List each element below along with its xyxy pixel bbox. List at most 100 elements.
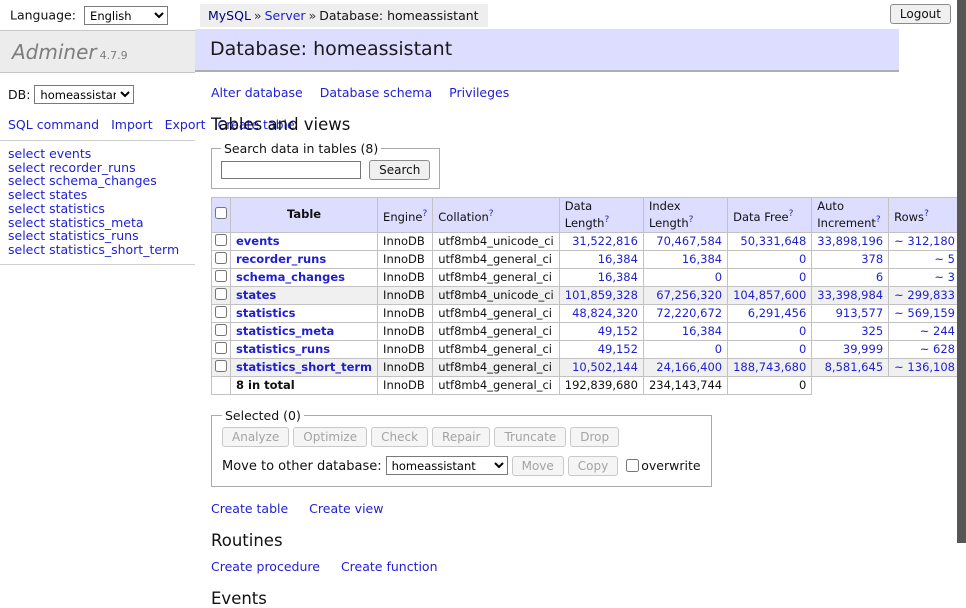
overwrite-checkbox[interactable]	[626, 459, 639, 472]
optimize-button[interactable]: Optimize	[293, 427, 367, 447]
rows-cell: ~ 244	[889, 322, 961, 340]
sidebar-link-select-statistics-short-term[interactable]: select statistics_short_term	[8, 242, 179, 257]
auto-increment-cell-link[interactable]: 8,581,645	[825, 360, 884, 374]
data-length-cell-link[interactable]: 31,522,816	[572, 234, 638, 248]
help-link[interactable]: ?	[876, 215, 881, 225]
breadcrumb-server-link[interactable]: Server	[265, 8, 306, 23]
app-title[interactable]: Adminer	[12, 40, 97, 64]
data-free-cell-link[interactable]: 0	[799, 270, 806, 284]
row-checkbox-statistics-short-term[interactable]	[215, 360, 227, 372]
help-link[interactable]: ?	[489, 209, 494, 219]
sidebar-action-sql-command[interactable]: SQL command	[8, 117, 99, 132]
help-link[interactable]: ?	[789, 209, 794, 219]
auto-increment-cell-link[interactable]: 33,398,984	[817, 288, 883, 302]
data-free-cell-link[interactable]: 6,291,456	[748, 306, 807, 320]
rows-cell-link[interactable]: ~ 569,159	[894, 306, 955, 320]
help-link[interactable]: ?	[422, 209, 427, 219]
index-length-cell-link[interactable]: 24,166,400	[656, 360, 722, 374]
link-create-function[interactable]: Create function	[341, 559, 438, 574]
index-length-cell-link[interactable]: 0	[715, 270, 722, 284]
link-create-view[interactable]: Create view	[309, 501, 383, 516]
move-db-select[interactable]: homeassistant	[386, 456, 508, 475]
repair-button[interactable]: Repair	[432, 427, 490, 447]
row-checkbox-schema-changes[interactable]	[215, 270, 227, 282]
index-length-cell-link[interactable]: 16,384	[682, 252, 722, 266]
breadcrumb: MySQL»Server»Database: homeassistant	[200, 4, 488, 27]
rows-cell-link[interactable]: ~ 299,833	[894, 288, 955, 302]
row-check-cell	[212, 358, 231, 376]
auto-increment-cell-link[interactable]: 39,999	[843, 342, 883, 356]
breadcrumb-mysql-link[interactable]: MySQL	[208, 8, 251, 23]
auto-increment-cell-link[interactable]: 6	[876, 270, 883, 284]
vertical-scrollbar[interactable]	[957, 0, 966, 543]
row-checkbox-recorder-runs[interactable]	[215, 252, 227, 264]
auto-increment-cell-link[interactable]: 325	[861, 324, 883, 338]
rows-cell-link[interactable]: ~ 5	[934, 252, 955, 266]
auto-increment-cell-link[interactable]: 378	[861, 252, 883, 266]
auto-increment-cell-link[interactable]: 33,898,196	[817, 234, 883, 248]
data-length-cell-link[interactable]: 16,384	[598, 252, 638, 266]
index-length-cell-link[interactable]: 70,467,584	[656, 234, 722, 248]
logout-button[interactable]: Logout	[890, 4, 951, 24]
link-create-procedure[interactable]: Create procedure	[211, 559, 320, 574]
table-link-statistics-runs[interactable]: statistics_runs	[236, 342, 330, 356]
data-free-cell-link[interactable]: 188,743,680	[733, 360, 806, 374]
data-length-cell-link[interactable]: 48,824,320	[572, 306, 638, 320]
truncate-button[interactable]: Truncate	[494, 427, 566, 447]
help-link[interactable]: ?	[604, 215, 609, 225]
search-button[interactable]: Search	[369, 160, 430, 180]
help-link[interactable]: ?	[689, 215, 694, 225]
db-select[interactable]: homeassistant	[34, 85, 134, 104]
move-button[interactable]: Move	[512, 456, 564, 476]
rows-cell-link[interactable]: ~ 628	[920, 342, 955, 356]
auto-increment-cell: 378	[812, 250, 889, 268]
link-database-schema[interactable]: Database schema	[320, 85, 432, 100]
table-link-states[interactable]: states	[236, 288, 276, 302]
link-create-table[interactable]: Create table	[211, 501, 288, 516]
rows-cell-link[interactable]: ~ 136,108	[894, 360, 955, 374]
table-link-statistics[interactable]: statistics	[236, 306, 296, 320]
rows-cell-link[interactable]: ~ 3	[934, 270, 955, 284]
row-checkbox-states[interactable]	[215, 288, 227, 300]
check-button[interactable]: Check	[371, 427, 428, 447]
data-free-cell-link[interactable]: 50,331,648	[740, 234, 806, 248]
data-length-cell-link[interactable]: 10,502,144	[572, 360, 638, 374]
row-checkbox-statistics-meta[interactable]	[215, 324, 227, 336]
row-checkbox-statistics[interactable]	[215, 306, 227, 318]
rows-cell-link[interactable]: ~ 244	[920, 324, 955, 338]
data-free-cell-link[interactable]: 0	[799, 324, 806, 338]
index-length-cell-link[interactable]: 67,256,320	[656, 288, 722, 302]
copy-button[interactable]: Copy	[568, 456, 618, 476]
index-length-cell-link[interactable]: 72,220,672	[656, 306, 722, 320]
drop-button[interactable]: Drop	[570, 427, 619, 447]
link-alter-database[interactable]: Alter database	[211, 85, 303, 100]
data-length-cell-link[interactable]: 49,152	[598, 324, 638, 338]
table-link-statistics-meta[interactable]: statistics_meta	[236, 324, 334, 338]
table-link-statistics-short-term[interactable]: statistics_short_term	[236, 360, 372, 374]
data-length-cell-link[interactable]: 49,152	[598, 342, 638, 356]
data-free-cell-link[interactable]: 0	[799, 252, 806, 266]
select-all-checkbox[interactable]	[215, 207, 227, 219]
sidebar-action-import[interactable]: Import	[111, 117, 153, 132]
rows-cell-link[interactable]: ~ 312,180	[894, 234, 955, 248]
language-select[interactable]: English	[84, 6, 168, 25]
row-checkbox-events[interactable]	[215, 234, 227, 246]
table-link-events[interactable]: events	[236, 234, 280, 248]
index-length-cell-link[interactable]: 16,384	[682, 324, 722, 338]
help-link[interactable]: ?	[924, 209, 929, 219]
analyze-button[interactable]: Analyze	[222, 427, 289, 447]
data-length-cell-link[interactable]: 101,859,328	[565, 288, 638, 302]
table-row-statistics-short-term: statistics_short_termInnoDButf8mb4_gener…	[212, 358, 966, 376]
table-name-cell: schema_changes	[231, 268, 378, 286]
table-link-recorder-runs[interactable]: recorder_runs	[236, 252, 326, 266]
search-input[interactable]	[221, 161, 361, 179]
row-checkbox-statistics-runs[interactable]	[215, 342, 227, 354]
page-title: Database: homeassistant	[195, 29, 899, 72]
link-privileges[interactable]: Privileges	[449, 85, 509, 100]
auto-increment-cell-link[interactable]: 913,577	[836, 306, 884, 320]
data-free-cell-link[interactable]: 0	[799, 342, 806, 356]
data-length-cell-link[interactable]: 16,384	[598, 270, 638, 284]
index-length-cell-link[interactable]: 0	[715, 342, 722, 356]
data-free-cell-link[interactable]: 104,857,600	[733, 288, 806, 302]
table-link-schema-changes[interactable]: schema_changes	[236, 270, 345, 284]
